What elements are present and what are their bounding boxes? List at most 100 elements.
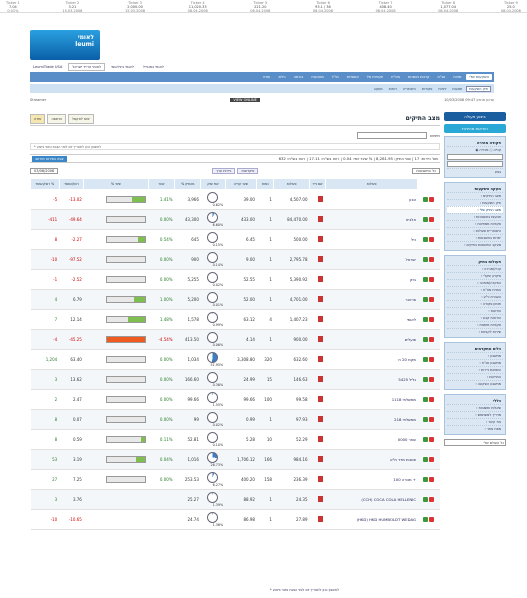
security-name[interactable]: פסגות מדד ת"א	[325, 449, 418, 470]
ticker-item[interactable]: Ticker 7 408.40 08.04.2008	[376, 1, 396, 13]
sidebar-item[interactable]: ‹ הפקדה/משיכה	[447, 279, 503, 286]
sidebar-item[interactable]: ‹ יתרות בחשבונות	[447, 234, 503, 241]
buy-icon[interactable]	[423, 497, 429, 502]
pdf-icon[interactable]	[318, 356, 324, 362]
sub-nav-item[interactable]: היסטוריה	[401, 87, 418, 91]
main-nav-item[interactable]: מטבעות	[308, 74, 326, 80]
buy-icon[interactable]	[423, 317, 429, 322]
sidebar-item[interactable]: ‹ מצב התיקים	[447, 192, 503, 199]
sub-nav-item[interactable]: פקודות	[420, 87, 434, 91]
main-nav-item[interactable]: כלים	[275, 74, 288, 80]
sub-nav-item[interactable]: דוחות	[387, 87, 399, 91]
quick-go-button[interactable]: בצע	[447, 168, 503, 175]
sell-icon[interactable]	[429, 377, 435, 382]
table-row[interactable]: -10 -97.52 0.00% 900 0.14% 9.00 1 2,795.78 ישראל	[30, 249, 440, 270]
sidebar-item[interactable]: ‹ תזמון פקודה	[447, 300, 503, 307]
sidebar-item[interactable]: ‹ המרת מט"ח	[447, 286, 503, 293]
sell-icon[interactable]	[429, 277, 435, 282]
column-header[interactable]: % מהתיק	[174, 178, 202, 190]
column-header[interactable]: רווח/הפסד %	[30, 178, 60, 190]
sell-icon[interactable]	[429, 517, 435, 522]
sidebar-item[interactable]: ‹ מחשבון	[447, 352, 503, 359]
sidebar-item[interactable]: ‹ פקודות ממתינות	[447, 220, 503, 227]
sell-icon[interactable]	[429, 497, 435, 502]
main-nav-item[interactable]: תעודות סל	[364, 74, 386, 80]
main-nav-item[interactable]: מניות	[450, 74, 464, 80]
table-row[interactable]: 2 2.47 0.00% 99.66 1.55% 99.66 100 99.58 ממשלתי …	[30, 389, 440, 410]
column-header[interactable]: שווי שוק	[200, 178, 226, 190]
sell-icon[interactable]	[429, 357, 435, 362]
sell-icon[interactable]	[429, 217, 435, 222]
sub-nav-item[interactable]: יתרות	[436, 87, 448, 91]
world-select[interactable]: כל העולם שלי	[444, 439, 506, 446]
tab-securities[interactable]: ניירות ערך	[212, 167, 236, 174]
security-name[interactable]: לאומי	[325, 309, 418, 330]
buy-icon[interactable]	[423, 277, 429, 282]
column-header[interactable]: שער	[147, 178, 176, 190]
sidebar-item[interactable]: ‹ תנועות בחשבונות	[447, 213, 503, 220]
search-input[interactable]	[357, 131, 428, 139]
sub-nav-item[interactable]: תיק השקעות	[466, 85, 491, 92]
table-row[interactable]: 53 3.19 0.04% 1,016 26.73% 1,706.12 166 984.16 פ…	[30, 449, 440, 470]
site-link[interactable]: לאומי בינלאומי	[108, 64, 137, 70]
sidebar-item[interactable]: ‹ הודעות	[447, 307, 503, 314]
sub-nav-item[interactable]: מעקב	[372, 87, 385, 91]
pdf-icon[interactable]	[318, 476, 324, 482]
security-name[interactable]: (CCH) COCA COLA HELLENIC	[325, 489, 418, 510]
view-online-badge[interactable]: VIEW ONLINE	[230, 98, 260, 102]
ticker-item[interactable]: Ticker 2 3.21 15.03.2008	[62, 1, 82, 13]
buy-icon[interactable]	[423, 237, 429, 242]
buy-icon[interactable]	[423, 217, 429, 222]
streamer-link[interactable]: Streamer	[30, 98, 46, 102]
table-row[interactable]: 3 3.76 25.27 1.39% 88.92 1 24.35 (CCH) COCA COL…	[30, 489, 440, 510]
site-link[interactable]: לאומי טרייד ישראל	[68, 62, 106, 71]
sidebar-item[interactable]: ‹ השוואת ניירות	[447, 366, 503, 373]
sidebar-item[interactable]: ‹ העברת ני"ע	[447, 293, 503, 300]
sidebar-item[interactable]: ‹ תיק השקעות	[447, 199, 503, 206]
main-nav-item[interactable]: אופציות	[344, 74, 362, 80]
column-header[interactable]: פעולות	[324, 178, 419, 190]
table-row[interactable]: 8 -2.27 0.54% 645 0.15% 6.45 1 500.00 כיל	[30, 229, 440, 250]
table-row[interactable]: 8 0.59 0.11% 52.81 0.10% 5.28 10 52.29 שחר 0000	[30, 429, 440, 450]
quick-orders-button[interactable]: הוראות מהירות	[444, 124, 506, 133]
security-name[interactable]: (HKD) HKD HUMBOLDT WEDAG	[325, 509, 418, 530]
buy-icon[interactable]	[423, 457, 429, 462]
sidebar-item[interactable]: ‹ פקודות מותנות	[447, 321, 503, 328]
table-row[interactable]: -10 -10.65 24.74 1.36% 86.98 1 27.89 (HKD) HKD …	[30, 509, 440, 530]
excel-button[interactable]: יצוא לאקסל	[68, 113, 94, 124]
site-link[interactable]: לאומי במובייל	[140, 64, 167, 70]
security-name[interactable]: אלביט	[325, 209, 418, 230]
buy-icon[interactable]	[423, 377, 429, 382]
expand-details-button[interactable]: צפה בפירוט מורחב	[32, 155, 67, 162]
quick-qty-input[interactable]	[447, 161, 503, 167]
security-name[interactable]: פועלים	[325, 329, 418, 350]
security-name[interactable]: מנורה 100 +	[325, 469, 418, 490]
ticker-item[interactable]: Ticker 5 221.20 08.04.2008	[250, 1, 270, 13]
pdf-icon[interactable]	[318, 196, 324, 202]
main-nav-item[interactable]: חו"ל	[329, 74, 342, 80]
table-row[interactable]: -1 -2.52 0.00% 5,255 0.02% 52.55 1 5,390.92 בזק	[30, 269, 440, 290]
pdf-icon[interactable]	[318, 236, 324, 242]
pdf-icon[interactable]	[318, 496, 324, 502]
security-name[interactable]: מקמ 20 ח	[325, 349, 418, 370]
sell-icon[interactable]	[429, 196, 435, 202]
column-header[interactable]: שם נייר	[309, 178, 326, 190]
sidebar-item[interactable]: ‹ מחשבון אג"ח	[447, 359, 503, 366]
security-name[interactable]: ישראל	[325, 249, 418, 270]
pdf-icon[interactable]	[318, 416, 324, 422]
buy-radio[interactable]: ◉ קנייה ○ מכירה	[447, 146, 503, 153]
sell-icon[interactable]	[429, 417, 435, 422]
ticker-item[interactable]: Ticker 6 93.1 / 38 08.04.2008	[313, 1, 333, 13]
table-row[interactable]: -411 -49.64 0.00% 43,300 6.60% 433.00 1 84,470.…	[30, 209, 440, 230]
table-row[interactable]: 3 13.62 0.00% 166.60 0.36% 24.99 15 146.63 גליל …	[30, 369, 440, 390]
buy-icon[interactable]	[423, 297, 429, 302]
ticker-item[interactable]: Ticker 1 7.04 0.01%	[6, 1, 20, 13]
security-name[interactable]: פרטנר	[325, 289, 418, 310]
account-select[interactable]: כל החשבונות	[412, 167, 440, 174]
sell-icon[interactable]	[429, 297, 435, 302]
pdf-icon[interactable]	[318, 256, 324, 262]
sidebar-item[interactable]: ‹ צור קשר	[447, 418, 503, 425]
column-header[interactable]: שער קנייה	[224, 178, 258, 190]
ticker-item[interactable]: Ticker 8 1,077.04 08.04.2008	[438, 1, 458, 13]
column-header[interactable]: רווח/הפסד	[58, 178, 85, 190]
